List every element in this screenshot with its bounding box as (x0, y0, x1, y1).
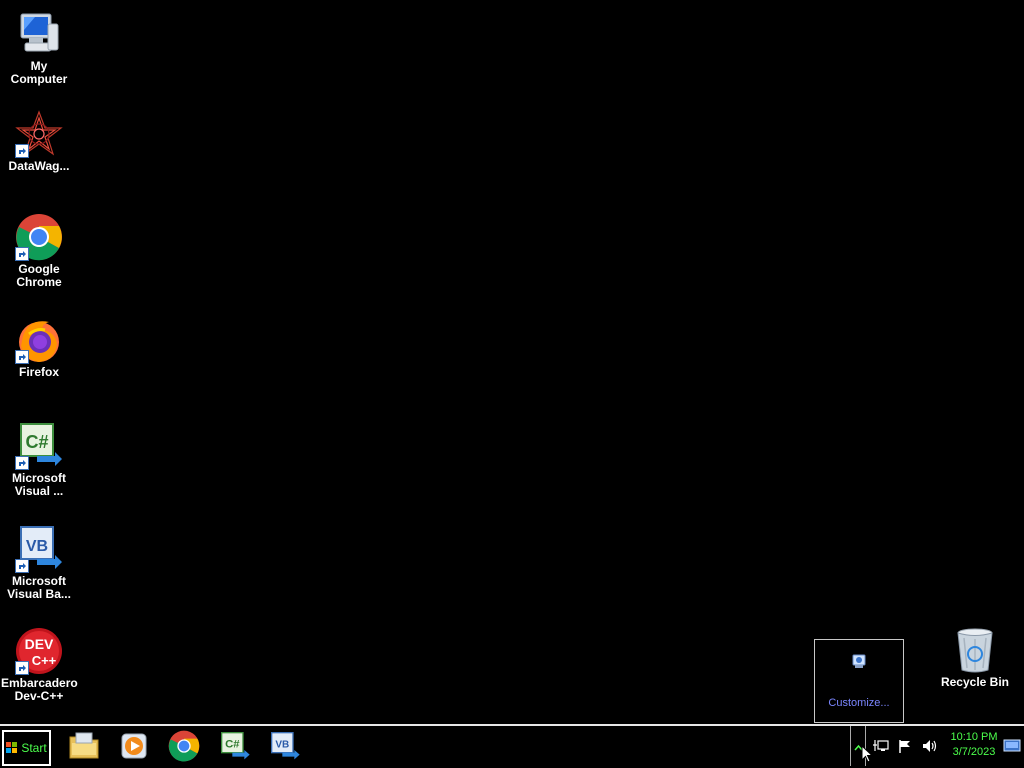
taskbar-chrome-button[interactable] (167, 730, 201, 767)
tray-overflow-popup: Customize... (814, 639, 904, 723)
start-label: Start (21, 741, 47, 755)
desktop-icon-label: Firefox (18, 365, 59, 379)
desktop-icon-label: Google Chrome (16, 262, 62, 289)
shortcut-arrow-icon (15, 144, 29, 158)
desktop-icon-label: DataWag... (8, 159, 70, 173)
show-desktop-button[interactable] (1003, 738, 1021, 754)
taskbar-visual-basic-button[interactable]: VB (268, 731, 302, 765)
start-button[interactable]: Start (2, 730, 51, 766)
desktop-icon-label: Recycle Bin (940, 675, 1010, 689)
desktop-icon-visual-basic[interactable]: VB Microsoft Visual Ba... (1, 525, 77, 601)
desktop-icon-label: My Computer (10, 59, 68, 86)
clock-time: 10:10 PM (950, 731, 998, 743)
desktop-icon-recycle-bin[interactable]: Recycle Bin (937, 626, 1013, 689)
chrome-icon (15, 213, 63, 261)
visual-csharp-icon: C# (15, 422, 63, 470)
clock-date: 3/7/2023 (952, 746, 996, 758)
visual-basic-icon: VB (15, 525, 63, 573)
desktop-icon-devcpp[interactable]: DEV C++ Embarcadero Dev-C++ (1, 627, 78, 703)
desktop-icon-firefox[interactable]: Firefox (1, 316, 77, 379)
mouse-cursor-icon (861, 744, 874, 763)
chrome-icon (168, 730, 200, 767)
network-icon[interactable] (873, 738, 889, 754)
desktop-icon-visual-csharp[interactable]: C# Microsoft Visual ... (1, 422, 77, 498)
volume-icon[interactable] (921, 738, 937, 754)
desktop-icon-label: Microsoft Visual ... (12, 471, 66, 498)
desktop-icon-datawag[interactable]: DataWag... (1, 110, 77, 173)
customize-link[interactable]: Customize... (815, 697, 903, 709)
devcpp-icon: DEV C++ (15, 627, 63, 675)
desktop-icon-label: Microsoft Visual Ba... (7, 574, 71, 601)
recycle-bin-icon (951, 626, 999, 674)
svg-text:VB: VB (275, 739, 289, 750)
shortcut-arrow-icon (15, 661, 29, 675)
svg-text:DEV: DEV (25, 636, 54, 652)
media-player-icon (119, 731, 149, 766)
desktop-icon-my-computer[interactable]: My Computer (1, 10, 77, 86)
folder-icon (68, 731, 100, 766)
shortcut-arrow-icon (15, 456, 29, 470)
shortcut-arrow-icon (15, 247, 29, 261)
clock[interactable]: 10:10 PM 3/7/2023 (944, 730, 1004, 760)
taskbar-visual-csharp-button[interactable]: C# (218, 731, 252, 765)
desktop-icon-google-chrome[interactable]: Google Chrome (1, 213, 77, 289)
computer-icon (15, 10, 63, 58)
svg-text:C#: C# (225, 738, 240, 750)
desktop: My Computer DataWag... Google Chrome Fir… (0, 0, 1024, 724)
svg-text:VB: VB (26, 538, 48, 555)
svg-text:C#: C# (25, 432, 48, 452)
shortcut-arrow-icon (15, 350, 29, 364)
shortcut-arrow-icon (15, 559, 29, 573)
windows-logo-icon (6, 742, 18, 754)
firefox-icon (15, 316, 63, 364)
datawag-icon (15, 110, 63, 158)
svg-text:C++: C++ (32, 653, 57, 668)
taskbar-media-player-button[interactable] (117, 731, 151, 765)
desktop-icon-label: Embarcadero Dev-C++ (1, 676, 78, 703)
visual-csharp-icon: C# (219, 731, 251, 766)
tray-app-icon[interactable] (850, 652, 868, 670)
action-center-flag-icon[interactable] (897, 738, 913, 754)
taskbar-explorer-button[interactable] (67, 731, 101, 765)
visual-basic-icon: VB (269, 731, 301, 766)
